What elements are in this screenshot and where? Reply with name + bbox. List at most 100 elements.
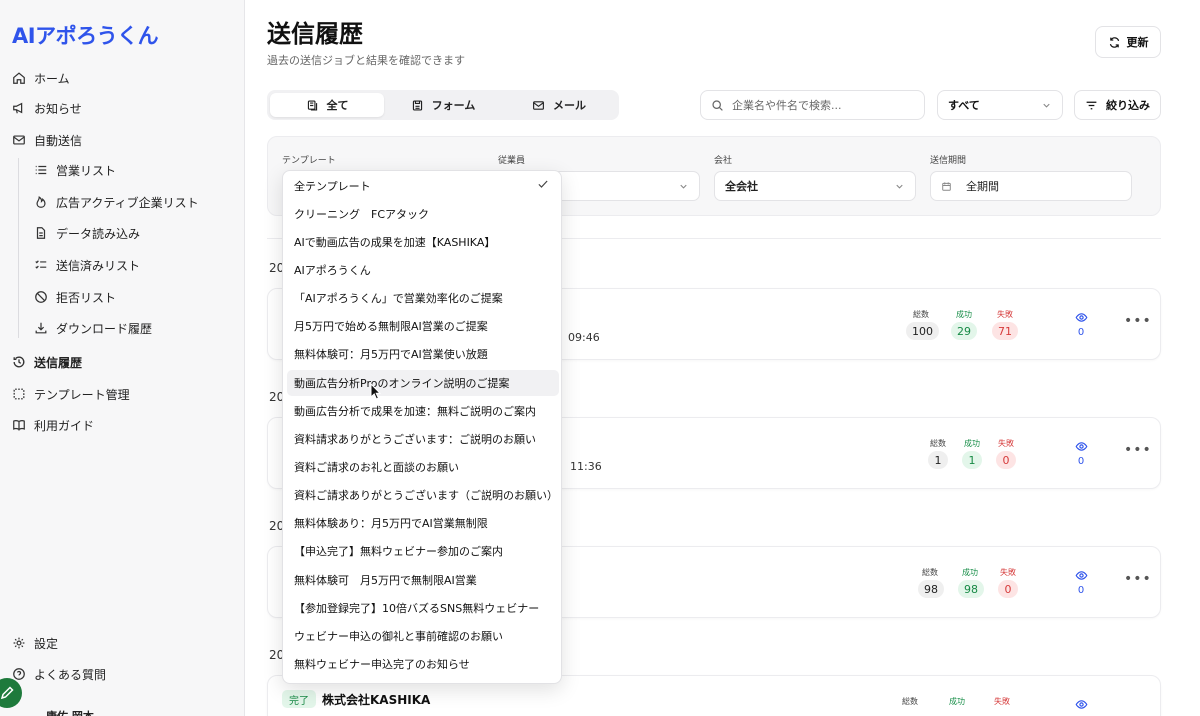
period-select[interactable]: 全期間 xyxy=(930,171,1132,201)
fail-count: 0 xyxy=(998,580,1018,598)
sidebar-item-news[interactable]: お知らせ xyxy=(12,96,82,120)
tab-label: 全て xyxy=(326,99,349,112)
template-option[interactable]: 動画広告分析Proのオンライン説明のご提案 xyxy=(287,370,559,396)
template-option[interactable]: ウェビナー申込の御礼と事前確認のお願い xyxy=(287,623,559,649)
sidebar-item-home[interactable]: ホーム xyxy=(12,66,70,90)
template-option[interactable]: 無料体験あり：月5万円でAI営業無制限 xyxy=(287,510,559,536)
template-option[interactable]: 【申込完了】無料ウェビナー参加のご案内 xyxy=(287,538,559,564)
book-icon xyxy=(12,418,26,432)
mail-icon xyxy=(12,133,26,147)
sidebar-item-label: ダウンロード履歴 xyxy=(56,321,153,336)
template-option[interactable]: 【参加登録完了】10倍バズるSNS無料ウェビナー xyxy=(287,595,559,621)
sidebar: AIアポろうくん ホーム お知らせ 自動送信 営業リスト 広告アクティブ企業リス… xyxy=(0,0,245,716)
filter-button[interactable]: 絞り込み xyxy=(1074,90,1161,120)
mail-icon xyxy=(532,99,545,112)
template-option[interactable]: 無料体験可：月5万円でAI営業使い放題 xyxy=(287,341,559,367)
status-badge: 完了 xyxy=(282,690,316,708)
sidebar-item-label: ホーム xyxy=(34,71,70,86)
sidebar-item-label: 広告アクティブ企業リスト xyxy=(56,195,199,210)
page-subtitle: 過去の送信ジョブと結果を確認できます xyxy=(267,54,465,67)
filter-icon xyxy=(1085,99,1098,112)
template-option[interactable]: 無料体験可 月5万円で無制限AI営業 xyxy=(287,567,559,593)
template-option[interactable]: 動画広告分析で成果を加速：無料ご説明のご案内 xyxy=(287,398,559,424)
ban-icon xyxy=(34,290,48,304)
more-options-icon[interactable]: ••• xyxy=(1124,313,1152,329)
checklist-icon xyxy=(34,258,48,272)
period-filter-label: 送信期間 xyxy=(930,156,967,166)
sidebar-item-template-management[interactable]: テンプレート管理 xyxy=(12,382,130,406)
eye-icon[interactable] xyxy=(1074,309,1088,328)
total-count: 98 xyxy=(918,580,944,598)
list-icon xyxy=(34,163,48,177)
download-icon xyxy=(34,321,48,335)
sidebar-item-label: 送信履歴 xyxy=(34,355,83,370)
mouse-cursor-icon xyxy=(370,383,382,400)
fail-label: 失敗 xyxy=(997,310,1013,319)
template-option[interactable]: クリーニング FCアタック xyxy=(287,201,559,227)
success-count: 29 xyxy=(951,322,977,340)
chevron-down-icon xyxy=(894,181,905,192)
total-label: 総数 xyxy=(902,697,918,706)
sidebar-item-user-guide[interactable]: 利用ガイド xyxy=(12,413,94,437)
send-time: 09:46 xyxy=(568,331,600,344)
search-input[interactable] xyxy=(732,98,912,112)
template-option[interactable]: 資料請求ありがとうございます：ご説明のお願い xyxy=(287,426,559,452)
eye-icon[interactable] xyxy=(1074,696,1088,715)
sidebar-item-label: よくある質問 xyxy=(34,667,107,682)
page-title: 送信履歴 xyxy=(267,20,363,48)
gear-icon xyxy=(12,636,26,650)
tab-email[interactable]: メール xyxy=(502,93,616,117)
company-select-value: 全会社 xyxy=(725,180,758,193)
brand-logo[interactable]: AIアポろうくん xyxy=(12,20,159,50)
sidebar-item-settings[interactable]: 設定 xyxy=(12,631,58,655)
sidebar-item-auto-send[interactable]: 自動送信 xyxy=(12,128,82,152)
sidebar-item-label: 設定 xyxy=(34,636,59,651)
sidebar-item-reject-list[interactable]: 拒否リスト xyxy=(34,285,116,309)
company-select[interactable]: 全会社 xyxy=(714,171,916,201)
template-option[interactable]: 資料ご請求ありがとうございます（ご説明のお願い） xyxy=(287,482,559,508)
sidebar-item-label: お知らせ xyxy=(34,101,82,116)
total-count: 1 xyxy=(928,451,948,469)
sidebar-item-label: データ読み込み xyxy=(56,226,141,241)
flame-icon xyxy=(34,195,48,209)
more-options-icon[interactable]: ••• xyxy=(1124,571,1152,587)
sidebar-item-label: 自動送信 xyxy=(34,133,83,148)
template-option[interactable]: AIアポろうくん xyxy=(287,257,559,283)
template-option[interactable]: 資料ご請求のお礼と面談のお願い xyxy=(287,454,559,480)
sidebar-item-label: 利用ガイド xyxy=(34,418,95,433)
tab-form[interactable]: フォーム xyxy=(386,93,500,117)
pencil-icon xyxy=(0,685,15,701)
status-select-value: すべて xyxy=(948,99,980,112)
user-name[interactable]: 康佑 岡本 xyxy=(46,708,94,716)
eye-icon[interactable] xyxy=(1074,438,1088,457)
sidebar-item-sales-list[interactable]: 営業リスト xyxy=(34,158,116,182)
template-option[interactable]: 月5万円で始める無制限AI営業のご提案 xyxy=(287,313,559,339)
sidebar-item-send-history[interactable]: 送信履歴 xyxy=(12,350,82,374)
template-option[interactable]: 全テンプレート xyxy=(287,173,559,199)
sidebar-item-ad-active-companies[interactable]: 広告アクティブ企業リスト xyxy=(34,190,199,214)
template-option[interactable]: 「AIアポろうくん」で営業効率化のご提案 xyxy=(287,285,559,311)
fail-label: 失敗 xyxy=(998,439,1014,448)
layers-icon xyxy=(306,99,319,112)
refresh-button[interactable]: 更新 xyxy=(1095,26,1161,58)
success-count: 98 xyxy=(958,580,984,598)
sidebar-item-download-history[interactable]: ダウンロード履歴 xyxy=(34,316,152,340)
tab-label: フォーム xyxy=(431,99,476,112)
more-options-icon[interactable]: ••• xyxy=(1124,442,1152,458)
eye-icon[interactable] xyxy=(1074,567,1088,586)
tab-all[interactable]: 全て xyxy=(270,93,384,117)
success-label: 成功 xyxy=(949,697,965,706)
template-option[interactable]: 無料ウェビナー申込完了のお知らせ xyxy=(287,651,559,677)
status-select[interactable]: すべて xyxy=(937,90,1063,120)
fail-label: 失敗 xyxy=(994,697,1010,706)
template-icon xyxy=(12,387,26,401)
chevron-down-icon xyxy=(1041,100,1052,111)
template-option[interactable]: AIで動画広告の成果を加速【KASHIKA】 xyxy=(287,229,559,255)
tab-label: メール xyxy=(553,99,586,112)
sidebar-item-data-import[interactable]: データ読み込み xyxy=(34,221,140,245)
submenu-guide-line xyxy=(18,158,19,338)
sidebar-item-faq[interactable]: よくある質問 xyxy=(12,662,106,686)
sidebar-item-sent-list[interactable]: 送信済みリスト xyxy=(34,253,140,277)
total-label: 総数 xyxy=(922,568,938,577)
search-box xyxy=(700,90,925,120)
